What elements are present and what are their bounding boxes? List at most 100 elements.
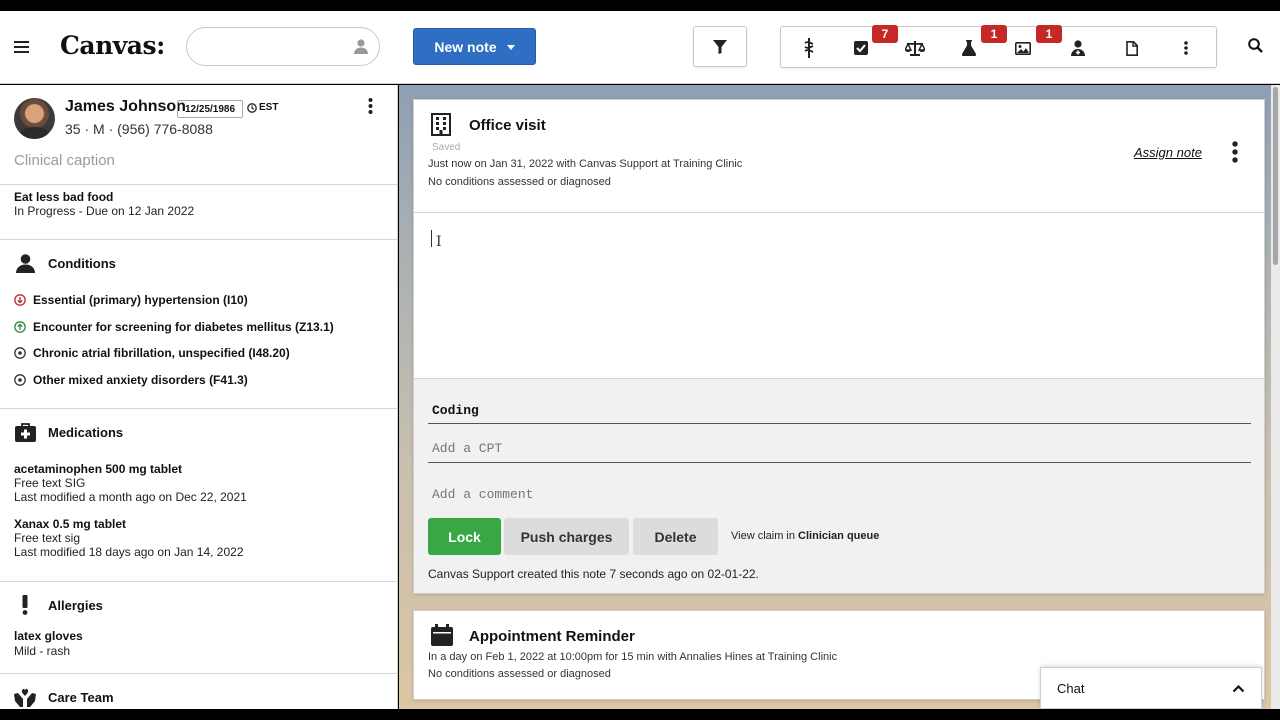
kebab-icon[interactable]	[1175, 37, 1197, 59]
medications-title: Medications	[48, 424, 124, 440]
patient-demographics: 35 · M · (956) 776-8088	[65, 121, 213, 137]
note-title: Office visit	[469, 117, 546, 134]
allergy-name[interactable]: latex gloves	[14, 629, 83, 643]
imaging-badge: 1	[1036, 25, 1062, 43]
allergies-header[interactable]: Allergies	[14, 594, 103, 616]
menu-icon[interactable]	[14, 41, 29, 53]
chat-widget[interactable]: Chat	[1040, 667, 1262, 709]
chart-toolbar: 7 1 1	[780, 25, 1217, 68]
condition-label: Encounter for screening for diabetes mel…	[33, 320, 334, 334]
hands-icon	[14, 686, 36, 708]
note-save-status: Saved	[432, 142, 461, 153]
goal-title[interactable]: Eat less bad food	[14, 190, 113, 204]
caduceus-icon[interactable]	[798, 37, 820, 59]
person-icon	[354, 39, 368, 54]
clinician-queue-link[interactable]: Clinician queue	[798, 530, 879, 542]
note-body-editor[interactable]: I	[414, 212, 1264, 378]
allergies-title: Allergies	[48, 597, 103, 613]
condition-label: Other mixed anxiety disorders (F41.3)	[33, 373, 248, 387]
new-note-button[interactable]: New note	[413, 28, 536, 65]
conditions-header[interactable]: Conditions	[14, 252, 116, 274]
condition-item[interactable]: Encounter for screening for diabetes mel…	[14, 320, 334, 334]
appointment-title: Appointment Reminder	[469, 628, 635, 645]
top-letterbox	[0, 0, 1280, 11]
delete-button[interactable]: Delete	[633, 518, 718, 555]
cpt-input[interactable]	[428, 435, 1251, 463]
patient-search-input[interactable]	[201, 37, 341, 57]
medical-kit-icon	[14, 421, 36, 443]
medication-modified: Last modified 18 days ago on Jan 14, 202…	[14, 545, 244, 559]
appointment-meta: In a day on Feb 1, 2022 at 10:00pm for 1…	[428, 651, 838, 663]
text-cursor-icon: I	[436, 234, 442, 250]
doctor-icon[interactable]	[1067, 37, 1089, 59]
tasks-badge: 7	[872, 25, 898, 43]
flask-icon[interactable]: 1	[958, 25, 1007, 59]
coding-title: Coding	[432, 403, 479, 418]
divider	[0, 408, 397, 409]
lock-button[interactable]: Lock	[428, 518, 501, 555]
person-icon	[14, 252, 36, 274]
medication-modified: Last modified a month ago on Dec 22, 202…	[14, 490, 247, 504]
medication-sig: Free text sig	[14, 531, 81, 545]
note-created-text: Canvas Support created this note 7 secon…	[428, 567, 759, 581]
trend-down-icon	[14, 294, 26, 306]
avatar[interactable]	[14, 98, 55, 139]
clinical-caption[interactable]: Clinical caption	[14, 152, 115, 169]
care-team-title: Care Team	[48, 689, 114, 705]
exclamation-icon	[14, 594, 36, 616]
push-charges-button[interactable]: Push charges	[504, 518, 629, 555]
condition-item[interactable]: Chronic atrial fibrillation, unspecified…	[14, 346, 290, 360]
scrollbar[interactable]	[1271, 85, 1280, 709]
tasks-checkbox-icon[interactable]: 7	[850, 25, 898, 59]
condition-label: Chronic atrial fibrillation, unspecified…	[33, 346, 290, 360]
chevron-down-icon	[506, 45, 515, 50]
chat-label: Chat	[1057, 681, 1085, 696]
scrollbar-thumb[interactable]	[1273, 87, 1278, 265]
note-diagnoses: No conditions assessed or diagnosed	[428, 176, 611, 188]
trend-up-icon	[14, 321, 26, 333]
building-icon	[431, 113, 451, 136]
view-claim-text: View claim in Clinician queue	[731, 530, 879, 542]
scale-icon[interactable]	[904, 37, 926, 59]
labs-badge: 1	[981, 25, 1007, 43]
assign-note-link[interactable]: Assign note	[1134, 145, 1202, 160]
patient-menu-kebab-icon[interactable]	[368, 98, 373, 114]
condition-label: Essential (primary) hypertension (I10)	[33, 293, 248, 307]
patient-sidebar: James Johnson 12/25/1986 EST 35 · M · (9…	[0, 85, 398, 709]
patient-dob-badge: 12/25/1986	[177, 100, 244, 118]
search-icon[interactable]	[1248, 38, 1263, 53]
patient-name[interactable]: James Johnson	[65, 98, 186, 116]
chevron-up-icon	[1232, 684, 1245, 693]
condition-item[interactable]: Essential (primary) hypertension (I10)	[14, 293, 248, 307]
calendar-icon	[431, 624, 453, 646]
medication-sig: Free text SIG	[14, 476, 86, 490]
allergy-reaction: Mild - rash	[14, 644, 71, 658]
document-icon[interactable]	[1121, 37, 1143, 59]
office-visit-note: Office visit Saved Just now on Jan 31, 2…	[413, 99, 1265, 594]
divider	[0, 673, 397, 674]
medications-header[interactable]: Medications	[14, 421, 123, 443]
patient-timezone: EST	[247, 102, 278, 113]
stable-icon	[14, 374, 26, 386]
medication-name[interactable]: acetaminophen 500 mg tablet	[14, 462, 182, 476]
appointment-diagnoses: No conditions assessed or diagnosed	[428, 668, 611, 680]
filter-icon	[713, 39, 727, 54]
divider	[0, 239, 397, 240]
conditions-title: Conditions	[48, 255, 116, 271]
divider	[0, 184, 397, 185]
patient-search[interactable]	[186, 27, 380, 66]
timezone-label: EST	[259, 102, 279, 113]
divider	[0, 581, 397, 582]
note-menu-kebab-icon[interactable]	[1232, 141, 1238, 163]
condition-item[interactable]: Other mixed anxiety disorders (F41.3)	[14, 373, 248, 387]
filter-button[interactable]	[693, 26, 747, 67]
medication-name[interactable]: Xanax 0.5 mg tablet	[14, 517, 126, 531]
text-caret	[431, 230, 432, 247]
goal-status: In Progress - Due on 12 Jan 2022	[14, 204, 195, 218]
image-icon[interactable]: 1	[1012, 25, 1062, 59]
care-team-header[interactable]: Care Team	[14, 686, 114, 708]
comment-input[interactable]	[428, 480, 1251, 508]
app-logo[interactable]: Canvas:	[60, 31, 165, 60]
coding-section: Coding Lock Push charges Delete View cla…	[414, 378, 1264, 593]
new-note-label: New note	[434, 38, 497, 55]
